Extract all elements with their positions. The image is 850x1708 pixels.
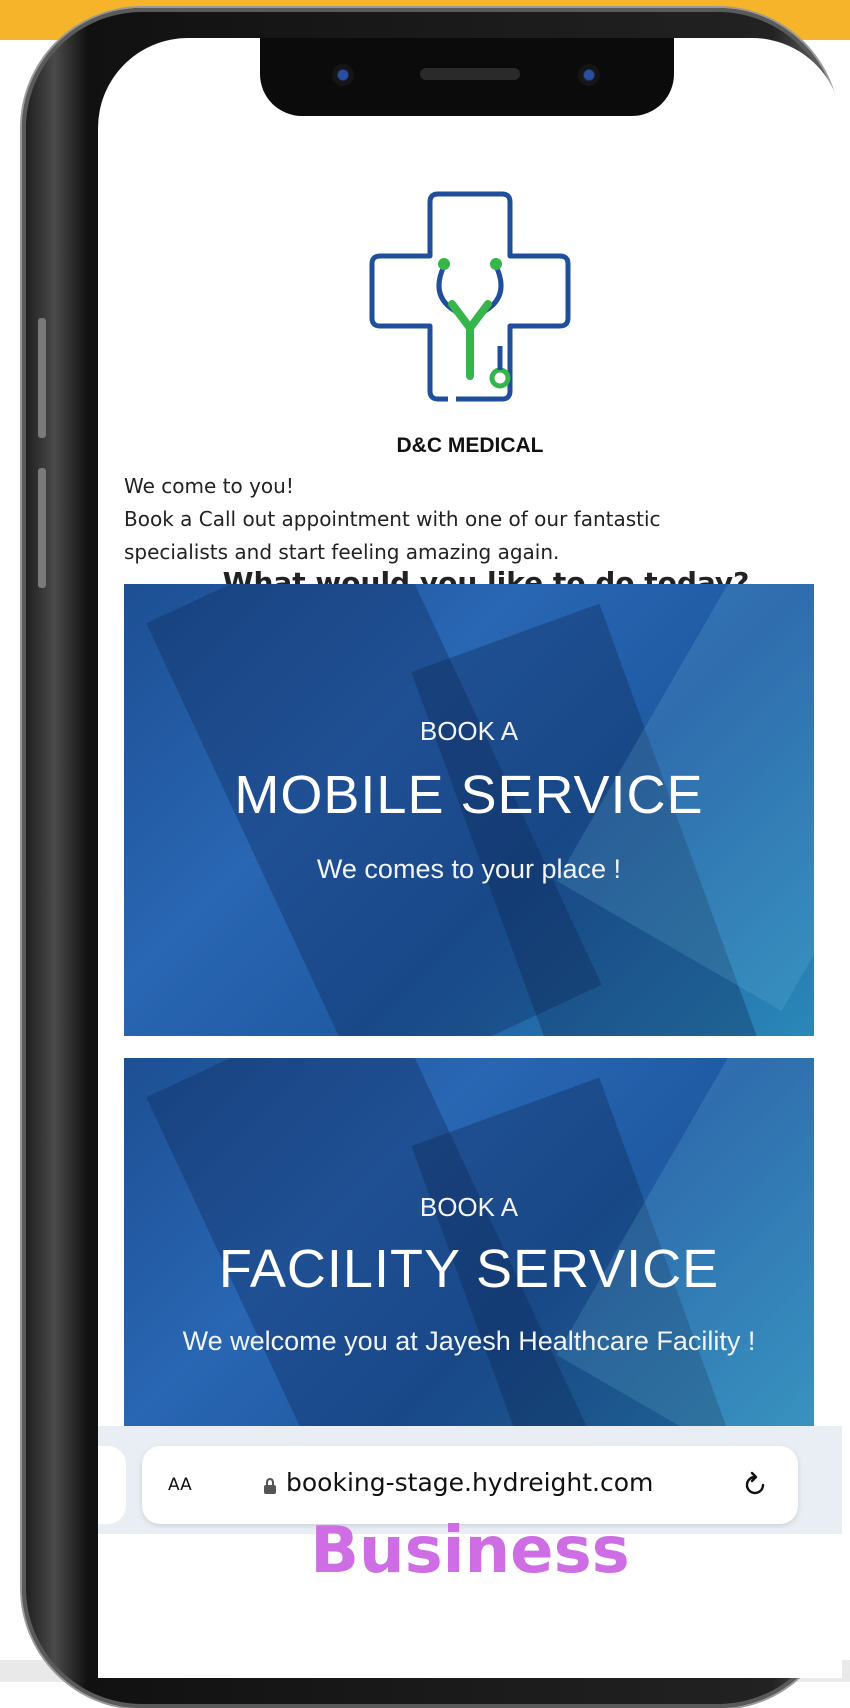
previous-tab-preview[interactable] — [98, 1446, 126, 1524]
volume-up-button — [38, 318, 46, 438]
reload-icon[interactable] — [740, 1470, 770, 1500]
card-kicker: BOOK A — [419, 1192, 519, 1222]
phone-screen: D&C MEDICAL We come to you! Book a Call … — [98, 38, 842, 1678]
phone-frame: D&C MEDICAL We come to you! Book a Call … — [22, 8, 842, 1708]
lock-icon — [264, 1478, 276, 1494]
facility-service-card[interactable]: BOOK A FACILITY SERVICE We welcome you a… — [124, 1058, 814, 1428]
brand-name: D&C MEDICAL — [396, 434, 544, 457]
sensor-icon — [578, 64, 600, 86]
card-subtitle: We comes to your place ! — [316, 854, 622, 884]
phone-notch — [260, 38, 674, 116]
business-label: Business — [310, 1514, 630, 1588]
url-text: booking-stage.hydreight.com — [286, 1468, 654, 1497]
medical-cross-logo-icon — [369, 191, 571, 402]
card-title: MOBILE SERVICE — [234, 765, 704, 825]
speaker-icon — [420, 68, 520, 80]
text-size-label: AA — [168, 1475, 192, 1495]
intro-line-1: We come to you! — [124, 474, 294, 498]
text-size-button[interactable]: AA — [168, 1468, 192, 1496]
mobile-service-card[interactable]: BOOK A MOBILE SERVICE We comes to your p… — [124, 584, 814, 1036]
card-kicker: BOOK A — [419, 716, 519, 746]
front-camera-icon — [332, 64, 354, 86]
intro-text: We come to you! Book a Call out appointm… — [124, 470, 764, 569]
intro-line-2: Book a Call out appointment with one of … — [124, 507, 661, 564]
card-subtitle: We welcome you at Jayesh Healthcare Faci… — [182, 1326, 756, 1356]
volume-down-button — [38, 468, 46, 588]
card-title: FACILITY SERVICE — [218, 1239, 720, 1299]
address-bar[interactable]: AA booking-stage.hydreight.com — [142, 1446, 798, 1524]
